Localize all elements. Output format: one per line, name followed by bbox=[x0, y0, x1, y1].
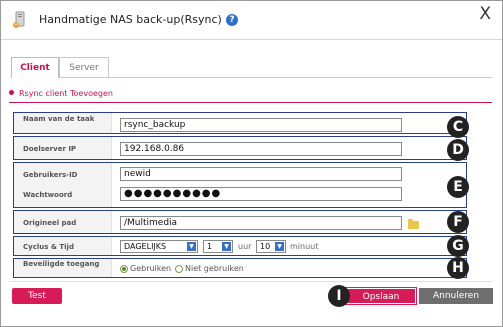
radio-not-use-label[interactable]: Niet gebruiken bbox=[185, 264, 244, 273]
source-path-input[interactable]: /Multimedia bbox=[120, 216, 402, 230]
radio-use-label[interactable]: Gebruiken bbox=[130, 264, 171, 273]
row-credentials: Gebruikers-ID newid Wachtwoord ●●●●●●●●●… bbox=[13, 162, 467, 208]
close-button[interactable]: X bbox=[479, 4, 491, 24]
row-secure-access: Beveiligde toegang Gebruiken Niet gebrui… bbox=[13, 258, 467, 278]
chevron-down-icon: ▼ bbox=[187, 242, 196, 251]
radio-use[interactable] bbox=[120, 265, 128, 273]
secure-access-label: Beveiligde toegang bbox=[23, 260, 100, 268]
callout-i: I bbox=[328, 285, 350, 307]
save-button[interactable]: Opslaan bbox=[345, 287, 417, 305]
target-ip-input[interactable]: 192.168.0.86 bbox=[120, 142, 402, 156]
minute-select[interactable]: 10 ▼ bbox=[256, 240, 286, 253]
cycle-time-label: Cyclus & Tijd bbox=[23, 243, 74, 251]
row-target-ip: Doelserver IP 192.168.0.86 bbox=[13, 136, 467, 160]
test-button[interactable]: Test bbox=[12, 288, 62, 304]
nas-device-icon bbox=[13, 11, 25, 28]
row-task-name: Naam van de taak rsync_backup bbox=[13, 112, 467, 134]
title-bar: Handmatige NAS back-up(Rsync) ? X bbox=[1, 1, 502, 41]
hour-select[interactable]: 1 ▼ bbox=[203, 240, 233, 253]
title-divider bbox=[1, 39, 502, 40]
task-name-label: Naam van de taak bbox=[23, 115, 95, 123]
row-cycle-time: Cyclus & Tijd DAGELIJKS ▼ 1 ▼ uur 10 ▼ m… bbox=[13, 236, 467, 256]
help-icon[interactable]: ? bbox=[226, 14, 238, 26]
cycle-select-value: DAGELIJKS bbox=[124, 242, 167, 251]
section-title: Rsync client Toevoegen bbox=[19, 89, 113, 98]
source-path-label: Origineel pad bbox=[23, 219, 77, 227]
callout-c: C bbox=[447, 116, 469, 138]
password-input[interactable]: ●●●●●●●●●● bbox=[120, 187, 402, 201]
user-id-label: Gebruikers-ID bbox=[23, 171, 78, 179]
callout-e: E bbox=[447, 176, 469, 198]
bottom-divider bbox=[9, 281, 492, 282]
section-divider bbox=[9, 102, 492, 103]
tab-underline bbox=[11, 77, 492, 78]
callout-f: F bbox=[447, 211, 469, 233]
chevron-down-icon: ▼ bbox=[275, 242, 284, 251]
dialog-title: Handmatige NAS back-up(Rsync) bbox=[39, 13, 222, 26]
section-heading: Rsync client Toevoegen bbox=[9, 89, 113, 98]
radio-not-use[interactable] bbox=[175, 265, 183, 273]
tab-server[interactable]: Server bbox=[59, 57, 109, 78]
hour-select-value: 1 bbox=[207, 242, 213, 251]
hour-unit-label: uur bbox=[238, 242, 252, 251]
cancel-button[interactable]: Annuleren bbox=[419, 288, 493, 304]
minute-unit-label: minuut bbox=[290, 242, 319, 251]
target-ip-label: Doelserver IP bbox=[23, 145, 77, 153]
password-label: Wachtwoord bbox=[23, 191, 73, 199]
minute-select-value: 10 bbox=[260, 242, 271, 251]
callout-g: G bbox=[447, 235, 469, 257]
callout-h: H bbox=[447, 257, 469, 279]
rsync-dialog: Handmatige NAS back-up(Rsync) ? X Client… bbox=[0, 0, 503, 327]
folder-browse-icon[interactable] bbox=[408, 219, 419, 229]
tab-client[interactable]: Client bbox=[11, 57, 59, 78]
chevron-down-icon: ▼ bbox=[222, 242, 231, 251]
task-name-input[interactable]: rsync_backup bbox=[120, 118, 402, 132]
bullet-icon bbox=[9, 90, 14, 95]
callout-d: D bbox=[447, 139, 469, 161]
user-id-input[interactable]: newid bbox=[120, 167, 402, 181]
cycle-select[interactable]: DAGELIJKS ▼ bbox=[120, 240, 198, 253]
row-source-path: Origineel pad /Multimedia bbox=[13, 210, 467, 234]
